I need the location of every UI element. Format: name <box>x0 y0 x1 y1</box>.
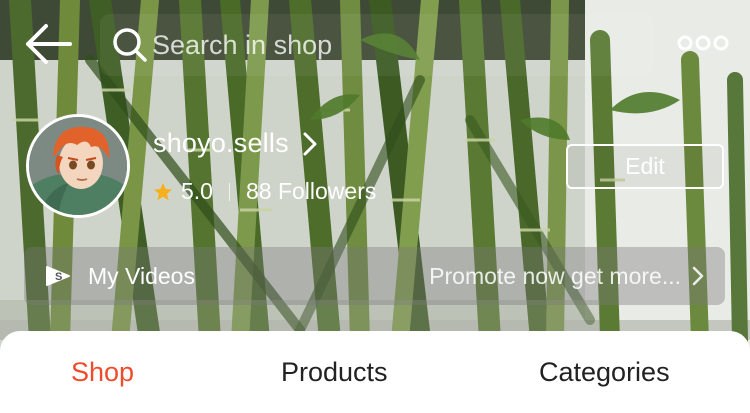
shop-name-link[interactable]: shoyo.sells <box>153 128 319 159</box>
svg-text:S: S <box>55 271 62 283</box>
shop-rating: 5.0 <box>181 178 213 204</box>
shop-followers[interactable]: 88 Followers <box>246 178 376 205</box>
search-input[interactable] <box>152 29 632 61</box>
star-icon <box>154 182 172 200</box>
shop-tabs: Shop Products Categories <box>0 331 750 413</box>
tab-products[interactable]: Products <box>281 357 388 388</box>
shop-stats: 5.0 88 Followers <box>153 178 376 205</box>
tab-shop[interactable]: Shop <box>71 357 134 388</box>
shop-avatar[interactable] <box>26 114 130 218</box>
shop-search-bar[interactable] <box>100 14 654 76</box>
shop-video-icon: S <box>46 266 70 286</box>
chevron-right-icon <box>303 132 317 155</box>
back-button[interactable] <box>24 22 72 66</box>
my-videos-bar[interactable]: S My Videos Promote now get more... <box>24 247 725 305</box>
shop-name: shoyo.sells <box>153 128 289 158</box>
my-videos-label: My Videos <box>88 262 195 289</box>
more-options-button[interactable] <box>676 28 730 58</box>
tab-categories[interactable]: Categories <box>539 357 670 388</box>
promote-text: Promote now get more... <box>429 262 681 289</box>
chevron-right-icon <box>692 266 704 286</box>
back-arrow-icon <box>26 24 72 64</box>
search-icon <box>113 28 147 62</box>
avatar-illustration <box>29 117 127 215</box>
more-options-icon <box>677 35 729 51</box>
stats-divider <box>228 182 230 201</box>
edit-button[interactable]: Edit <box>566 144 724 189</box>
